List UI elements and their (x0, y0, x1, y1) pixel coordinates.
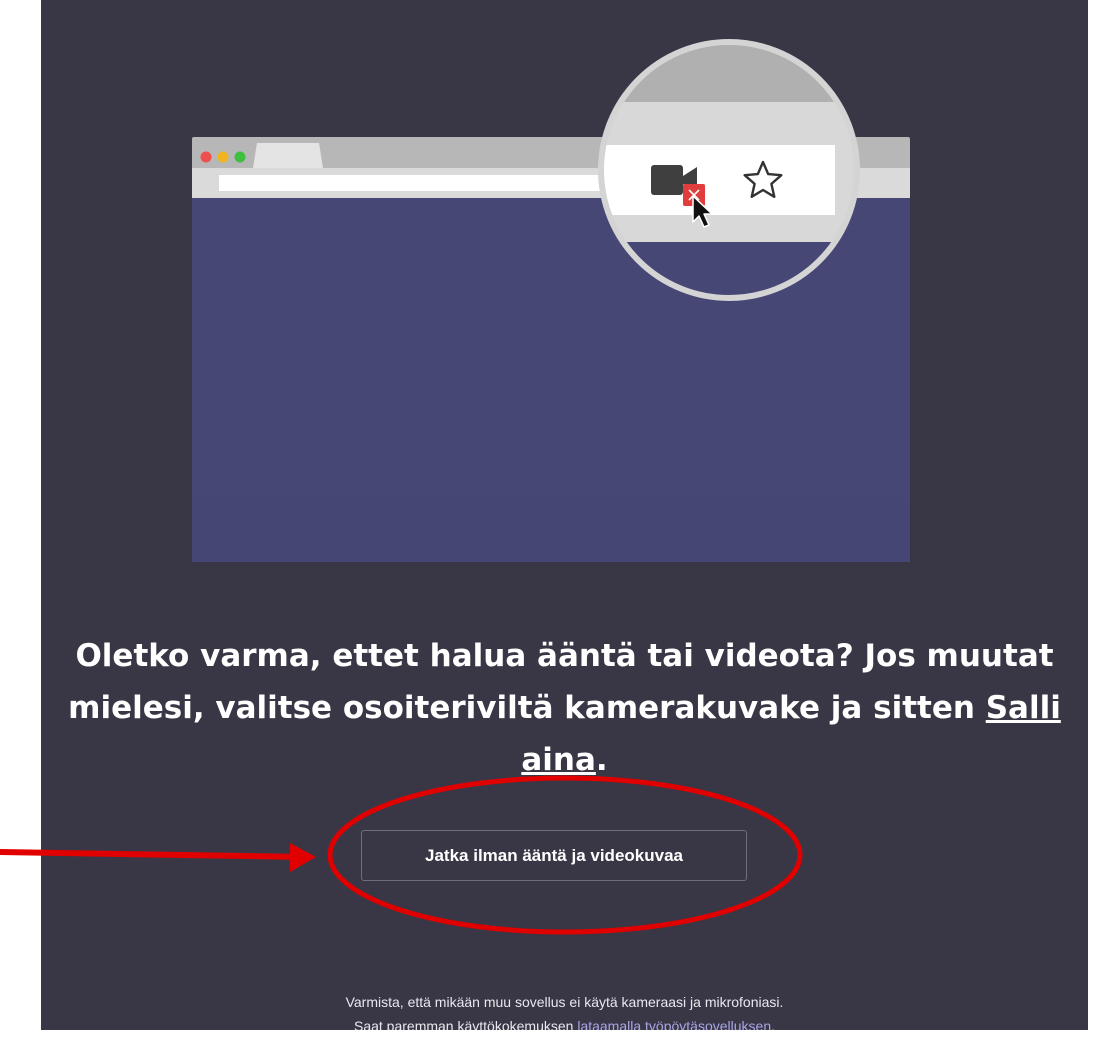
continue-button-label: Jatka ilman ääntä ja videokuvaa (425, 845, 683, 865)
footer-line-2: Saat paremman käyttökokemuksen lataamall… (41, 1014, 1088, 1030)
footer-note: Varmista, että mikään muu sovellus ei kä… (41, 990, 1088, 1030)
maximize-dot-icon (234, 151, 246, 163)
page-title: Oletko varma, ettet halua ääntä tai vide… (41, 630, 1088, 786)
browser-illustration (192, 39, 910, 562)
close-dot-icon (200, 151, 212, 163)
minimize-dot-icon (217, 151, 229, 163)
footer-line-1: Varmista, että mikään muu sovellus ei kä… (345, 994, 784, 1010)
download-desktop-app-link[interactable]: lataamalla työpöytäsovelluksen (577, 1018, 771, 1030)
footer-line-2-suffix: . (771, 1018, 775, 1030)
title-period: . (595, 742, 608, 778)
permission-dialog: Oletko varma, ettet halua ääntä tai vide… (41, 0, 1088, 1030)
footer-line-2-prefix: Saat paremman käyttökokemuksen (353, 1018, 578, 1030)
continue-without-audio-video-button[interactable]: Jatka ilman ääntä ja videokuvaa (361, 830, 747, 881)
title-text: Oletko varma, ettet halua ääntä tai vide… (68, 638, 1054, 726)
